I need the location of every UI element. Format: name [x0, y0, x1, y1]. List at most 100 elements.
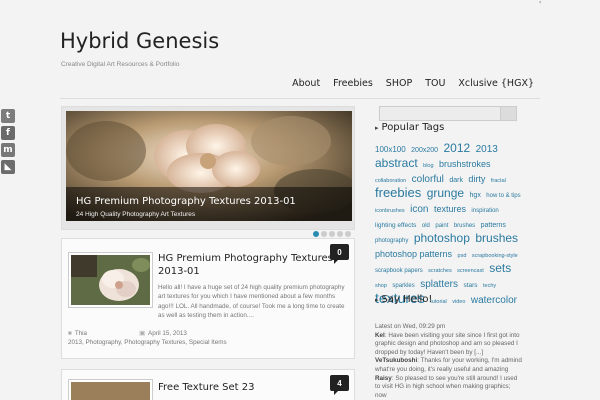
nav-item-tou[interactable]: TOU [425, 78, 445, 89]
tag-link[interactable]: fractal [491, 178, 506, 184]
featured-slider: HG Premium Photography Textures 2013-01 … [61, 106, 355, 237]
tag-link[interactable]: textures [434, 204, 466, 214]
tag-link[interactable]: stars [463, 282, 477, 289]
post-card: HG Premium Photography Textures 2013-01 … [61, 238, 355, 359]
site-tagline: Creative Digital Art Resources & Portfol… [61, 61, 180, 68]
shout-message: Raisy: So pleased to see you're still ar… [375, 374, 518, 399]
tag-link[interactable]: lighting effects [375, 222, 416, 229]
tag-link[interactable]: video [452, 299, 465, 305]
nav-item-shop[interactable]: SHOP [386, 78, 412, 89]
tag-link[interactable]: iconbrushes [375, 208, 405, 214]
tag-link[interactable]: freebies [375, 185, 421, 200]
site-title[interactable]: Hybrid Genesis [60, 29, 219, 53]
tag-link[interactable]: 200x200 [411, 147, 438, 154]
tag-link[interactable]: paint [435, 223, 448, 229]
post-excerpt: Hello all! I have a huge set of 24 high … [158, 284, 345, 319]
tag-link[interactable]: dirty [468, 174, 485, 184]
tag-link[interactable]: photoshop [414, 231, 470, 245]
shout-message: VeTsukuboshi: Thanks for your working, I… [375, 357, 522, 373]
tag-link[interactable]: blog [423, 163, 433, 169]
tag-link[interactable]: grunge [427, 186, 464, 200]
author-name[interactable]: Thia [75, 330, 87, 337]
tag-link[interactable]: techy [483, 283, 496, 289]
post-card: Free Texture Set 23 4 [61, 369, 355, 400]
shout-text: Have been visiting your site since I fir… [375, 331, 520, 356]
comment-count-badge[interactable]: 0 [330, 244, 349, 264]
slider-dot-1[interactable] [313, 231, 319, 237]
tag-link[interactable]: collaboration [375, 178, 406, 184]
thumbnail-image [71, 255, 150, 305]
tag-link[interactable]: 2012 [443, 141, 470, 155]
tag-link[interactable]: photoshop patterns [375, 249, 452, 259]
tag-link[interactable]: scratches [428, 268, 452, 274]
post-title[interactable]: Free Texture Set 23 [158, 382, 255, 393]
tag-link[interactable]: icon [410, 204, 428, 215]
tag-link[interactable]: brushstrokes [439, 159, 491, 169]
top-mark: ' [539, 0, 542, 9]
shout-author[interactable]: Raisy [375, 375, 392, 382]
slide-title[interactable]: HG Premium Photography Textures 2013-01 [76, 196, 296, 207]
tag-link[interactable]: watercolor [471, 295, 517, 306]
shout-text: So pleased to see you're still around! I… [375, 374, 518, 399]
post-title[interactable]: HG Premium Photography Textures 2013-01 [158, 252, 338, 278]
tag-link[interactable]: colorful [412, 174, 444, 185]
slider-dot-2[interactable] [321, 231, 327, 237]
user-icon: ■ [68, 330, 72, 337]
search-button[interactable] [500, 107, 516, 120]
tag-link[interactable]: old [422, 223, 430, 229]
myspace-icon[interactable]: m [1, 143, 15, 157]
main-nav: About Freebies SHOP TOU Xclusive {HGX} [279, 78, 534, 89]
shout-message: Kel: Have been visiting your site since … [375, 331, 520, 356]
tag-link[interactable]: psd [458, 253, 467, 259]
tag-link[interactable]: sets [489, 261, 511, 275]
tag-link[interactable]: hgx [470, 192, 481, 199]
facebook-icon[interactable]: f [1, 126, 15, 140]
tag-link[interactable]: brushes [454, 223, 475, 229]
calendar-icon: ▣ [139, 330, 146, 337]
date-text: April 15, 2013 [148, 330, 187, 337]
tag-link[interactable]: screencast [457, 268, 484, 274]
tag-link[interactable]: inspiration [471, 208, 498, 214]
tag-link[interactable]: shop [375, 283, 387, 289]
post-author[interactable]: ■ Thia [68, 330, 113, 337]
tag-link[interactable]: scrapbook papers [375, 268, 423, 274]
slider-dot-5[interactable] [345, 231, 351, 237]
slider-dot-3[interactable] [329, 231, 335, 237]
post-thumbnail[interactable] [68, 252, 153, 308]
tag-link[interactable]: tutorial [430, 299, 447, 305]
tag-link[interactable]: photography [375, 238, 408, 244]
shout-author[interactable]: Kel [375, 332, 385, 339]
post-meta: ■ Thia ▣ April 15, 2013 2013, Photography, … [68, 329, 239, 347]
slider-dots [313, 231, 351, 237]
tag-link[interactable]: sparkles [392, 283, 414, 289]
tag-link[interactable]: 100x100 [375, 145, 406, 154]
nav-item-about[interactable]: About [292, 78, 320, 89]
search-input[interactable] [379, 106, 517, 121]
post-categories[interactable]: 2013, Photography, Photography Textures,… [68, 339, 227, 346]
tag-link[interactable]: dark [449, 177, 463, 184]
shoutbox: Latest on Wed, 09:29 pm Kel: Have been v… [375, 323, 523, 400]
header-divider [60, 98, 540, 99]
popular-tags-title: Popular Tags [375, 122, 445, 133]
comment-count-badge[interactable]: 4 [330, 375, 349, 395]
slide-subtitle: 24 High Quality Photography Art Textures [76, 211, 196, 218]
slide-image[interactable]: HG Premium Photography Textures 2013-01 … [66, 111, 352, 221]
tag-link[interactable]: how to & tips [486, 193, 520, 199]
rss-icon[interactable]: ◣ [1, 160, 15, 174]
tag-link[interactable]: 2013 [476, 144, 498, 155]
tag-link[interactable]: patterns [481, 222, 506, 229]
tag-link[interactable]: brushes [475, 231, 518, 245]
say-hello-title: Say Hello! [375, 294, 433, 305]
tag-cloud: 100x100 200x200 2012 2013 abstract blog … [375, 142, 523, 308]
social-bar: t f m ◣ [1, 109, 17, 177]
tag-link[interactable]: splatters [420, 279, 458, 290]
slider-dot-4[interactable] [337, 231, 343, 237]
nav-item-freebies[interactable]: Freebies [333, 78, 373, 89]
twitter-icon[interactable]: t [1, 109, 15, 123]
tag-link[interactable]: scrapbooking-style [472, 253, 518, 259]
nav-item-xclusive[interactable]: Xclusive {HGX} [458, 78, 534, 89]
tag-link[interactable]: abstract [375, 156, 418, 170]
shout-author[interactable]: VeTsukuboshi [375, 357, 417, 364]
shoutbox-latest: Latest on Wed, 09:29 pm [375, 323, 446, 330]
post-thumbnail[interactable] [68, 379, 153, 400]
